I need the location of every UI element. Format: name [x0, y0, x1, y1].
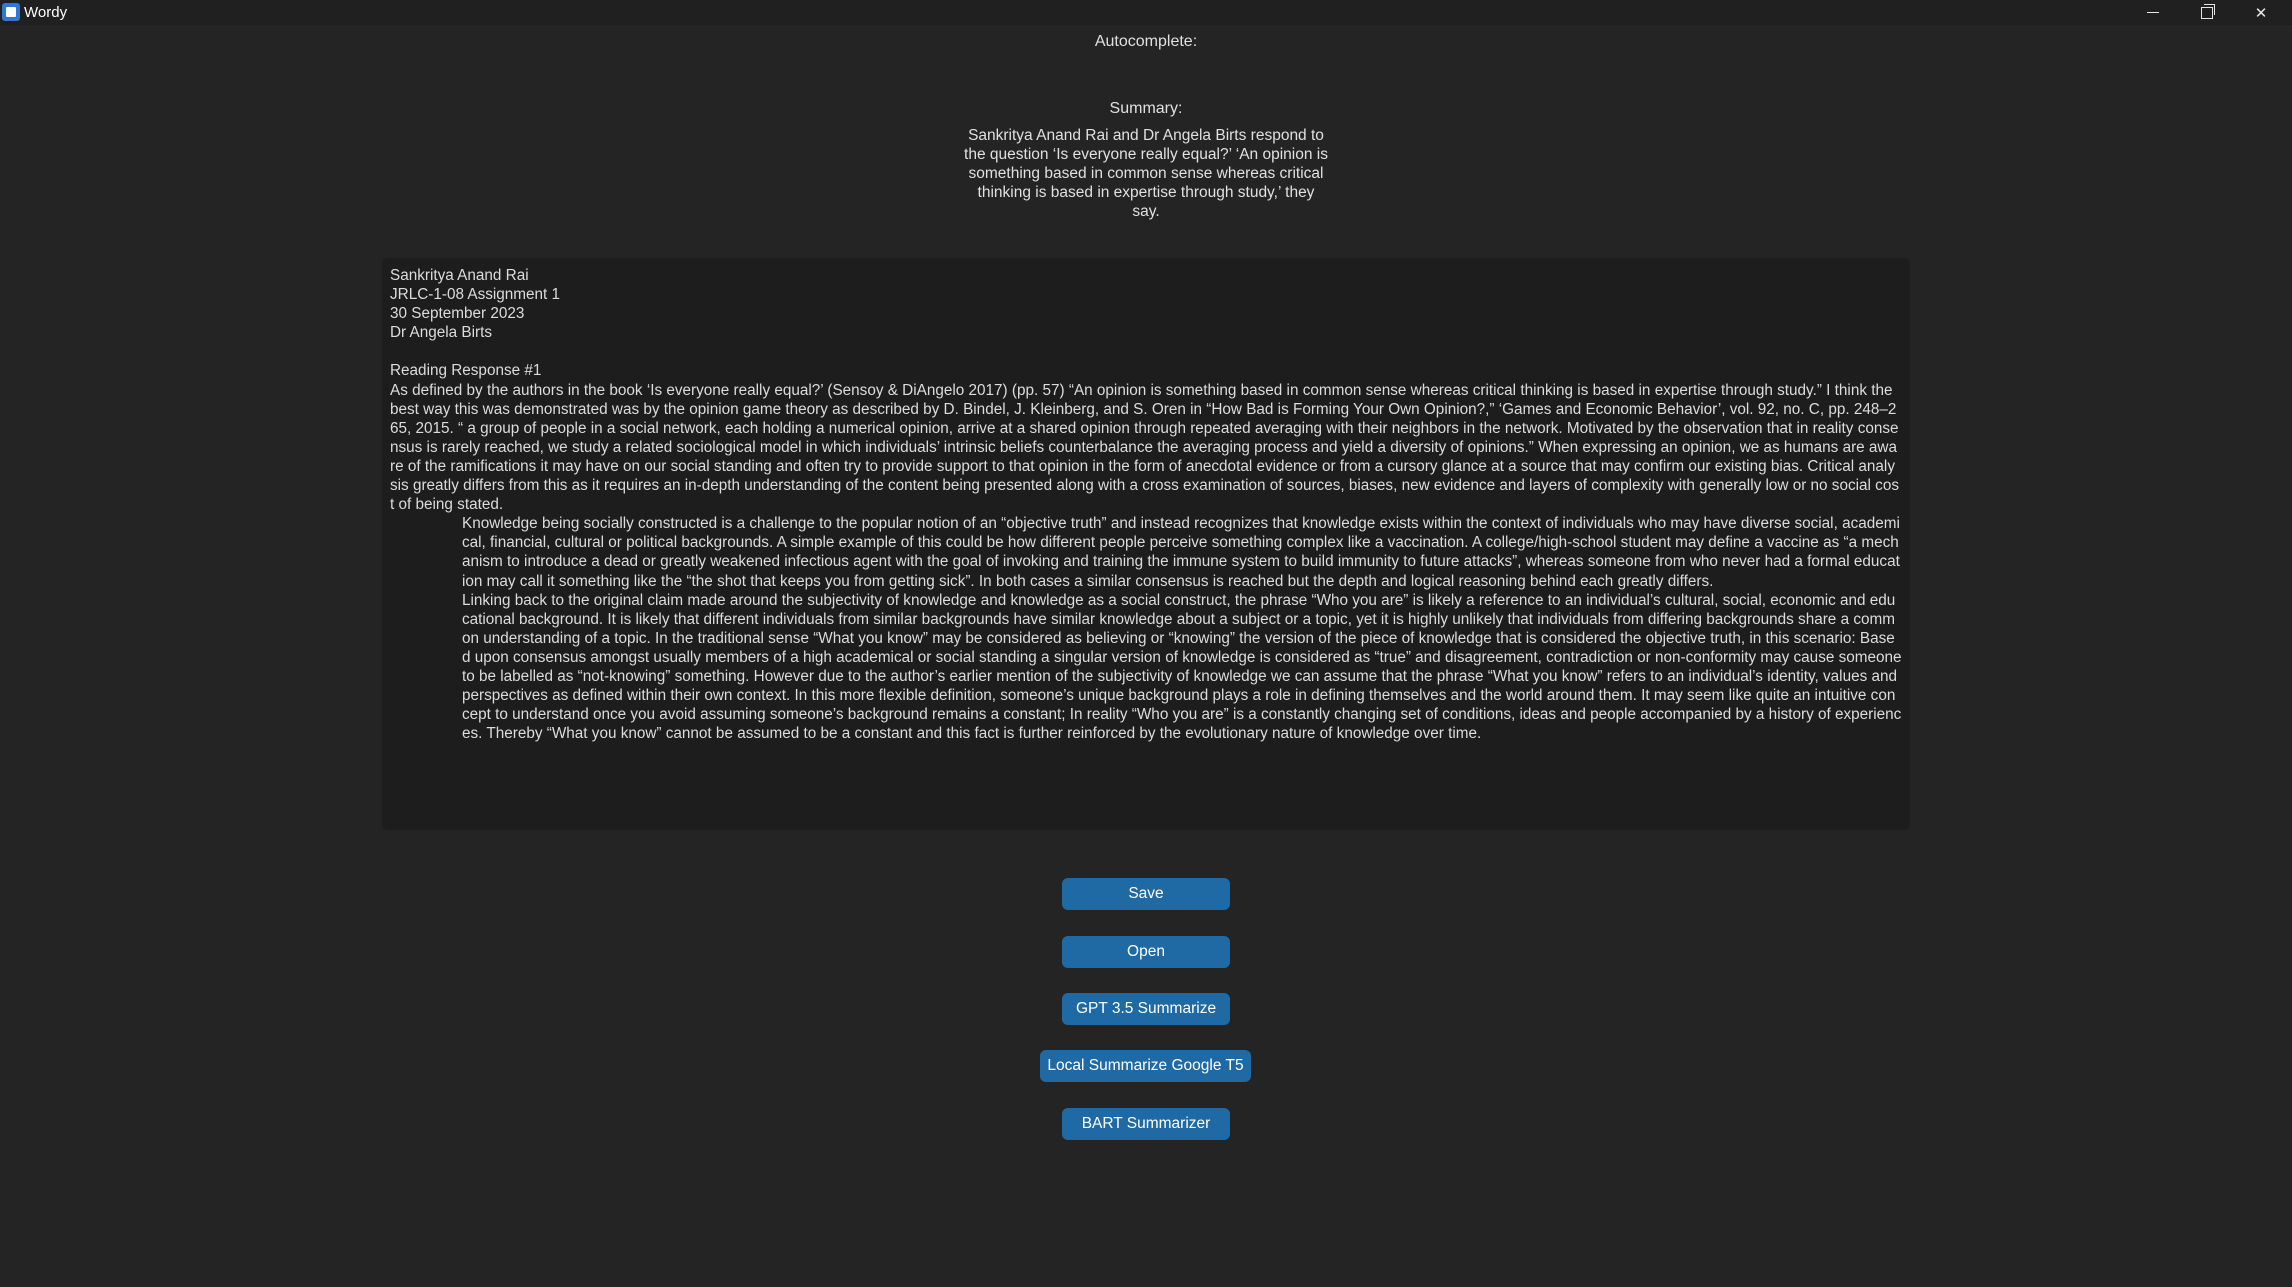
save-button[interactable]: Save	[1062, 878, 1230, 910]
course-line: JRLC-1-08 Assignment 1	[390, 286, 561, 304]
bart-summarizer-button[interactable]: BART Summarizer	[1062, 1108, 1230, 1140]
close-button[interactable]: ✕	[2234, 0, 2288, 25]
window-title: Wordy	[24, 4, 68, 21]
author-line: Sankritya Anand Rai	[390, 267, 529, 284]
instructor-line: Dr Angela Birts	[390, 324, 493, 342]
minimize-button[interactable]	[2126, 0, 2180, 25]
paragraph: Linking back to the original claim made …	[462, 591, 1906, 743]
restore-icon	[2201, 3, 2215, 19]
app-icon	[2, 3, 20, 21]
open-button[interactable]: Open	[1062, 936, 1230, 968]
summary-text: Sankritya Anand Rai and Dr Angela Birts …	[964, 127, 1328, 220]
document-editor[interactable]: Sankritya Anand Rai JRLC-1-08 Assignment…	[382, 258, 1910, 830]
autocomplete-label: Autocomplete:	[1094, 33, 1198, 50]
summary-label: Summary:	[1109, 100, 1183, 117]
paragraph: As defined by the authors in the book ‘I…	[390, 381, 1899, 514]
date-line: 30 September 2023	[390, 305, 525, 323]
paragraph: Knowledge being socially constructed is …	[462, 515, 1900, 590]
close-icon: ✕	[2254, 3, 2268, 22]
document-heading: Reading Response #1	[390, 362, 542, 380]
maximize-button[interactable]	[2180, 0, 2234, 25]
minimize-icon	[2147, 12, 2159, 13]
title-bar: Wordy ✕	[0, 0, 2292, 25]
local-summarize-button[interactable]: Local Summarize Google T5	[1040, 1050, 1251, 1082]
gpt-summarize-button[interactable]: GPT 3.5 Summarize	[1062, 993, 1230, 1025]
